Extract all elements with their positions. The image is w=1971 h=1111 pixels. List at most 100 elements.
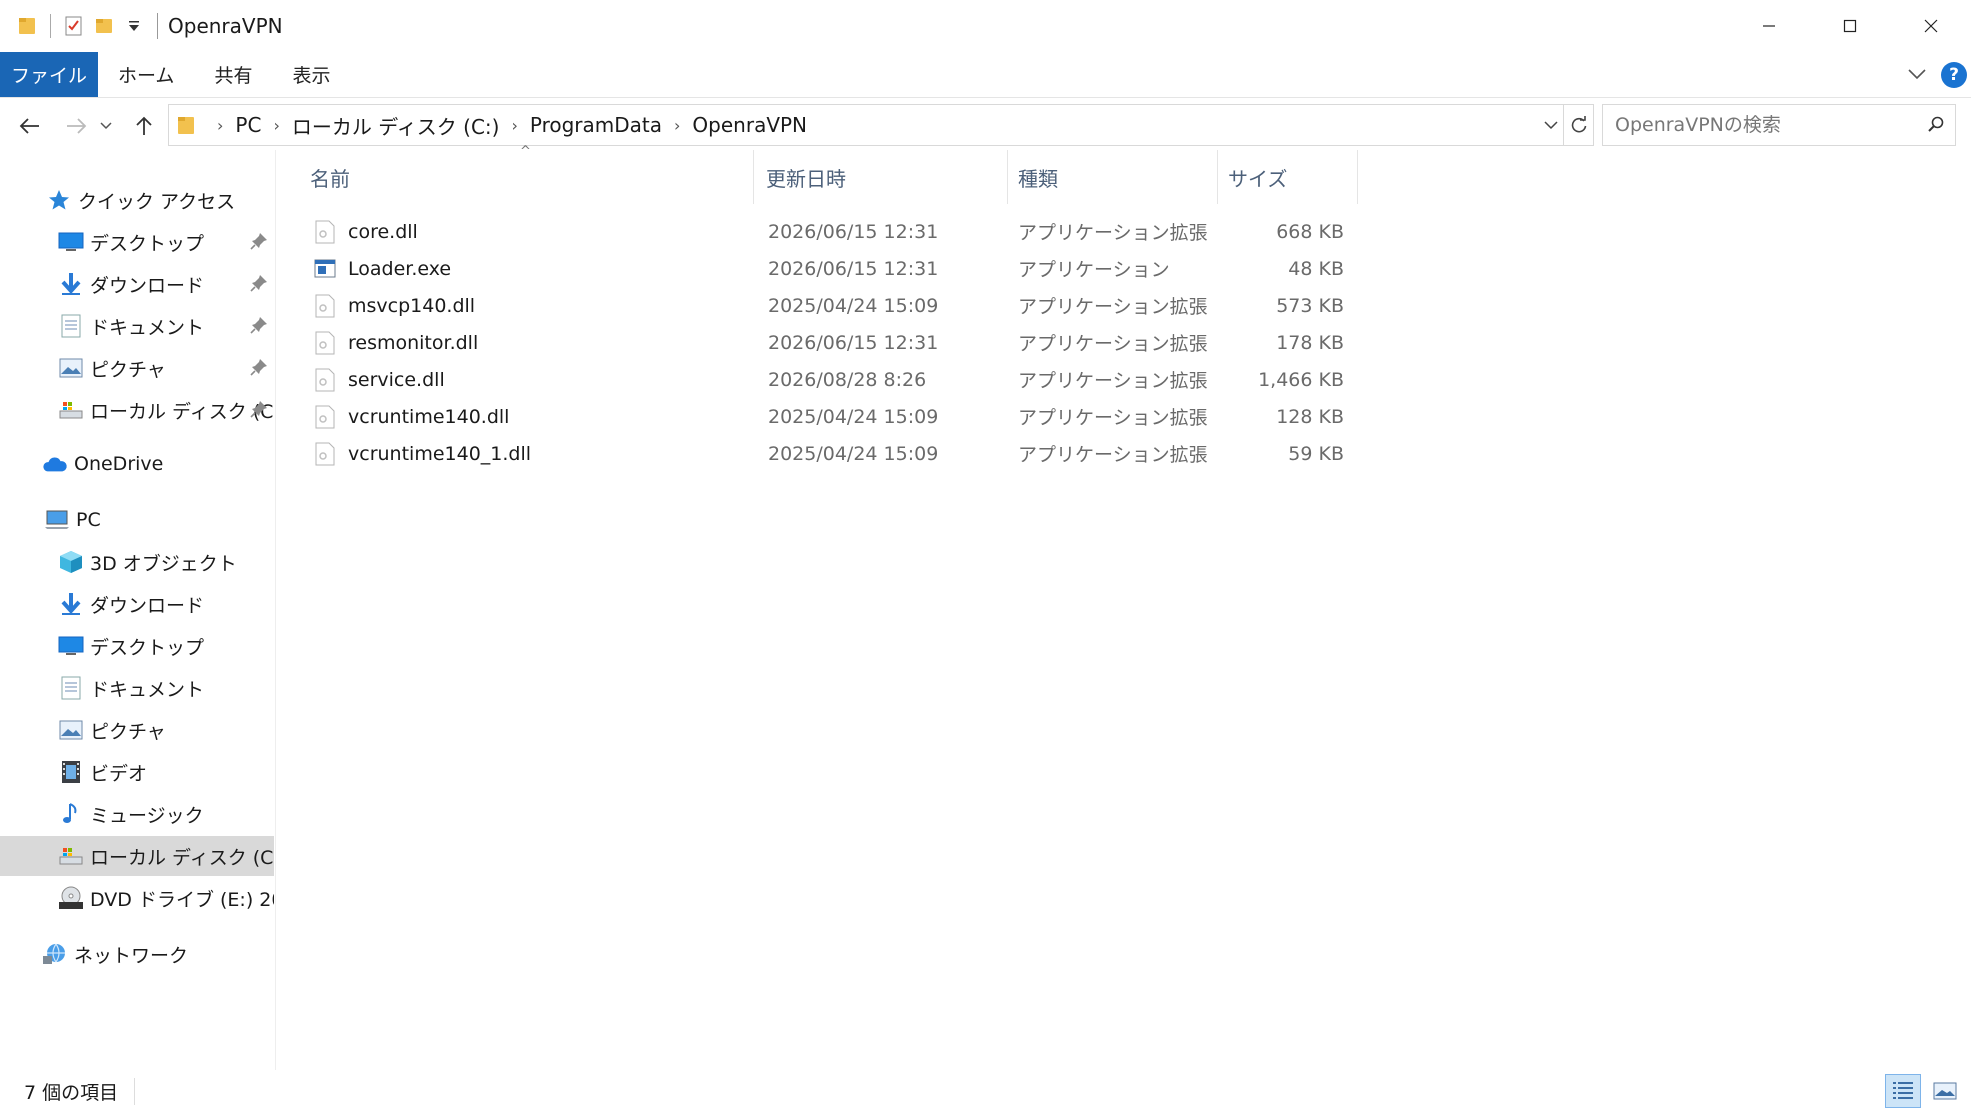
navigation-bar: › PC › ローカル ディスク (C:) › ProgramData › Op…	[0, 104, 1971, 148]
large-icons-view-button[interactable]	[1927, 1074, 1963, 1108]
nav-label: ビデオ	[90, 762, 148, 785]
pin-icon[interactable]	[250, 274, 268, 297]
tab-home[interactable]: ホーム	[98, 52, 194, 97]
large-icons-view-icon	[1933, 1082, 1957, 1100]
breadcrumb-separator: ›	[511, 115, 518, 135]
local-disk-icon	[58, 397, 84, 423]
file-row[interactable]: vcruntime140.dll 2025/04/24 15:09 アプリケーシ…	[300, 398, 1360, 435]
back-button[interactable]	[14, 108, 46, 144]
nav-quick-downloads[interactable]: ダウンロード	[0, 264, 274, 304]
onedrive-cloud-icon	[42, 451, 68, 477]
nav-pc-documents[interactable]: ドキュメント	[0, 668, 274, 708]
help-button[interactable]: ?	[1941, 62, 1967, 88]
nav-quick-pictures[interactable]: ピクチャ	[0, 348, 274, 388]
tab-view[interactable]: 表示	[272, 52, 350, 97]
file-row[interactable]: service.dll 2026/08/28 8:26 アプリケーション拡張 1…	[300, 361, 1360, 398]
file-size: 48 KB	[1288, 257, 1344, 280]
details-view-icon	[1893, 1082, 1913, 1099]
nav-pc[interactable]: PC	[0, 500, 274, 540]
forward-button[interactable]	[60, 108, 92, 144]
tab-file[interactable]: ファイル	[0, 52, 98, 97]
breadcrumb-pc[interactable]: PC	[235, 113, 261, 137]
nav-pc-local-disk[interactable]: ローカル ディスク (C:)	[0, 836, 274, 876]
column-header-modified[interactable]: 更新日時	[756, 150, 1008, 204]
up-button[interactable]	[128, 108, 160, 144]
maximize-button[interactable]	[1809, 0, 1890, 52]
nav-label: デスクトップ	[90, 232, 205, 255]
breadcrumb-local-disk[interactable]: ローカル ディスク (C:)	[292, 111, 500, 140]
recent-locations-button[interactable]	[96, 108, 116, 144]
nav-label: 3D オブジェクト	[90, 552, 237, 575]
nav-quick-local-disk[interactable]: ローカル ディスク (C:	[0, 390, 274, 430]
chevron-down-icon	[1908, 69, 1926, 80]
pin-icon[interactable]	[250, 400, 268, 423]
tab-share[interactable]: 共有	[194, 52, 272, 97]
folder-icon	[177, 114, 195, 136]
desktop-icon	[58, 229, 84, 255]
refresh-icon	[1571, 116, 1586, 133]
column-header-name[interactable]: 名前	[300, 150, 754, 204]
nav-pc-videos[interactable]: ビデオ	[0, 752, 274, 792]
nav-label: ミュージック	[90, 804, 204, 827]
expand-ribbon-button[interactable]	[1907, 64, 1927, 86]
nav-quick-access[interactable]: クイック アクセス	[0, 180, 274, 220]
file-modified: 2026/08/28 8:26	[768, 368, 927, 391]
maximize-icon	[1843, 19, 1856, 33]
file-row[interactable]: vcruntime140_1.dll 2025/04/24 15:09 アプリケ…	[300, 435, 1360, 472]
new-folder-icon[interactable]	[89, 8, 119, 44]
star-icon	[46, 187, 72, 213]
file-row[interactable]: Loader.exe 2026/06/15 12:31 アプリケーション 48 …	[300, 250, 1360, 287]
column-header-size[interactable]: サイズ	[1218, 150, 1358, 204]
nav-pc-3d-objects[interactable]: 3D オブジェクト	[0, 542, 274, 582]
minimize-button[interactable]	[1728, 0, 1809, 52]
nav-label: ピクチャ	[90, 358, 166, 381]
file-row[interactable]: core.dll 2026/06/15 12:31 アプリケーション拡張 668…	[300, 213, 1360, 250]
window-title: OpenraVPN	[157, 13, 283, 39]
file-name: core.dll	[348, 220, 418, 243]
chevron-down-icon	[1544, 121, 1558, 130]
document-icon	[58, 675, 84, 701]
nav-pc-dvd-drive[interactable]: DVD ドライブ (E:) 202	[0, 878, 274, 918]
breadcrumb-separator: ›	[273, 115, 280, 135]
file-name: vcruntime140_1.dll	[348, 442, 532, 465]
search-icon[interactable]	[1927, 115, 1945, 138]
pin-icon[interactable]	[250, 358, 268, 381]
dll-file-icon	[315, 368, 335, 391]
nav-label: デスクトップ	[90, 636, 205, 659]
nav-quick-desktop[interactable]: デスクトップ	[0, 222, 274, 262]
navigation-pane: クイック アクセス デスクトップ ダウンロード ドキュメント ピクチャ ローカル	[0, 150, 276, 1070]
file-row[interactable]: msvcp140.dll 2025/04/24 15:09 アプリケーション拡張…	[300, 287, 1360, 324]
file-modified: 2026/06/15 12:31	[768, 257, 939, 280]
file-name: service.dll	[348, 368, 445, 391]
file-size: 573 KB	[1276, 294, 1344, 317]
nav-pc-music[interactable]: ミュージック	[0, 794, 274, 834]
nav-pc-pictures[interactable]: ピクチャ	[0, 710, 274, 750]
search-input[interactable]	[1615, 114, 1915, 136]
pin-icon[interactable]	[250, 316, 268, 339]
refresh-button[interactable]	[1564, 104, 1594, 146]
nav-quick-documents[interactable]: ドキュメント	[0, 306, 274, 346]
arrow-up-icon	[136, 116, 152, 135]
column-header-type[interactable]: 種類	[1008, 150, 1218, 204]
pictures-icon	[58, 717, 84, 743]
close-button[interactable]	[1890, 0, 1971, 52]
nav-pc-desktop[interactable]: デスクトップ	[0, 626, 274, 666]
details-view-button[interactable]	[1885, 1074, 1921, 1108]
properties-icon[interactable]	[59, 8, 89, 44]
address-bar[interactable]: › PC › ローカル ディスク (C:) › ProgramData › Op…	[168, 104, 1564, 146]
breadcrumb-openravpn[interactable]: OpenraVPN	[692, 113, 807, 137]
nav-pc-downloads[interactable]: ダウンロード	[0, 584, 274, 624]
title-bar: OpenraVPN	[0, 0, 1971, 52]
address-history-button[interactable]	[1539, 105, 1563, 145]
file-row[interactable]: resmonitor.dll 2026/06/15 12:31 アプリケーション…	[300, 324, 1360, 361]
window-controls	[1728, 0, 1971, 52]
nav-onedrive[interactable]: OneDrive	[0, 444, 274, 484]
folder-icon[interactable]	[12, 8, 42, 44]
file-size: 59 KB	[1288, 442, 1344, 465]
pin-icon[interactable]	[250, 232, 268, 255]
breadcrumb-programdata[interactable]: ProgramData	[530, 113, 662, 137]
nav-network[interactable]: ネットワーク	[0, 934, 274, 974]
search-box[interactable]	[1602, 104, 1956, 146]
customize-toolbar-icon[interactable]	[119, 8, 149, 44]
column-header-label: 更新日時	[766, 166, 846, 191]
